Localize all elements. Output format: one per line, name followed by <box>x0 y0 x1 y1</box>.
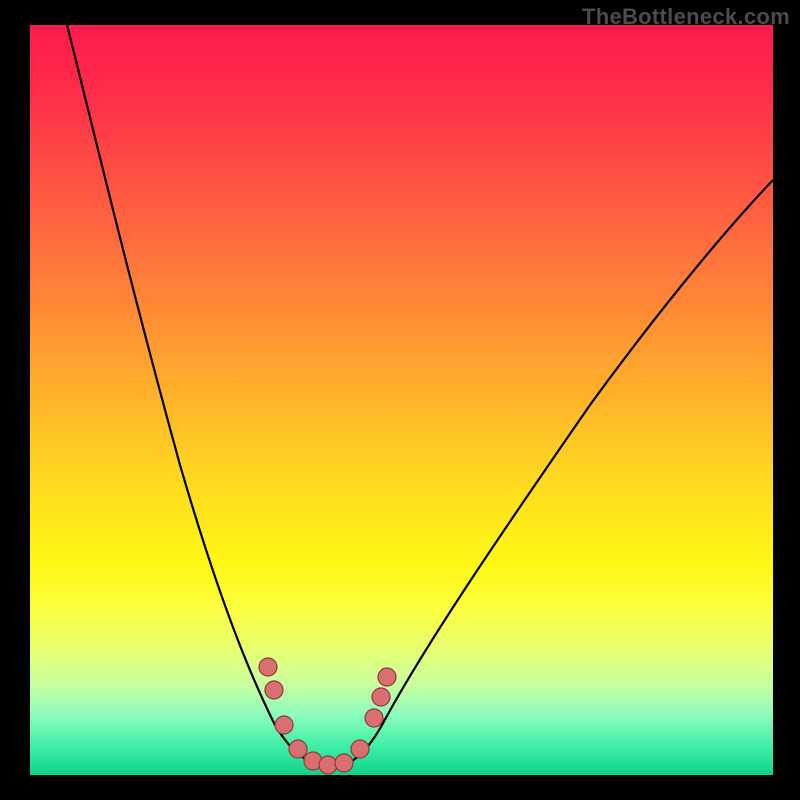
marker-dot <box>351 740 369 758</box>
marker-group <box>259 658 396 774</box>
marker-dot <box>289 740 307 758</box>
marker-dot <box>365 709 383 727</box>
marker-dot <box>259 658 277 676</box>
plot-area <box>30 25 773 775</box>
marker-dot <box>335 754 353 772</box>
bottleneck-curve <box>67 25 773 767</box>
chart-frame: TheBottleneck.com <box>0 0 800 800</box>
watermark-text: TheBottleneck.com <box>582 4 790 30</box>
bottleneck-curve-svg <box>30 25 773 775</box>
marker-dot <box>372 688 390 706</box>
marker-dot <box>319 756 337 774</box>
marker-dot <box>275 716 293 734</box>
marker-dot <box>265 681 283 699</box>
marker-dot <box>378 668 396 686</box>
